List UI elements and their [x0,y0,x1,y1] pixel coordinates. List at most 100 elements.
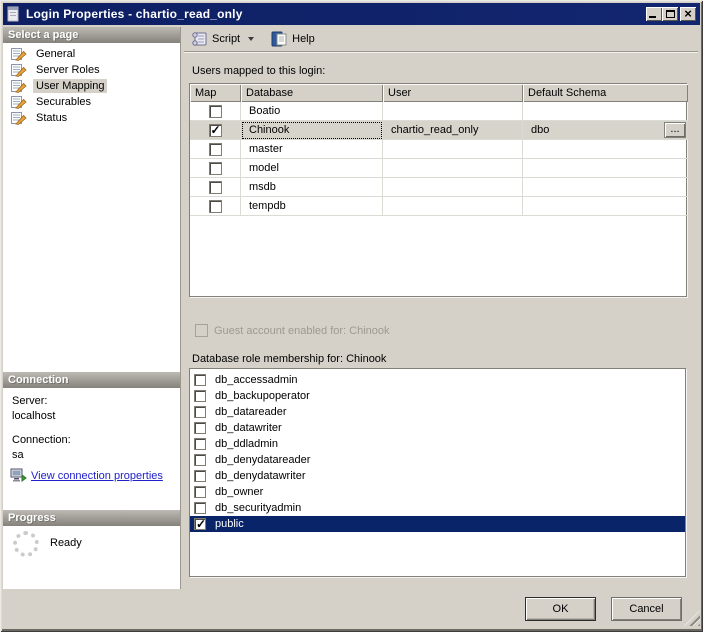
users-mapping-table: Map Database User Default Schema BoatioC… [189,83,687,297]
close-button[interactable]: × [680,7,696,21]
role-checkbox[interactable] [194,518,206,530]
role-checkbox[interactable] [194,390,206,402]
map-cell [190,102,241,121]
role-checkbox[interactable] [194,374,206,386]
minimize-button[interactable] [646,7,662,21]
connection-properties-icon [10,468,27,484]
table-row[interactable]: Chinookchartio_read_onlydbo... [190,121,686,140]
users-mapping-table-body: BoatioChinookchartio_read_onlydbo...mast… [190,102,686,216]
map-checkbox[interactable] [209,124,222,137]
map-cell [190,159,241,178]
map-cell [190,197,241,216]
toolbar-separator [184,51,698,53]
help-button[interactable]: Help [267,30,318,48]
ok-button[interactable]: OK [525,597,596,621]
role-item-db-datawriter[interactable]: db_datawriter [190,420,685,436]
database-cell: master [241,140,383,159]
connection-header: Connection [3,372,180,388]
map-checkbox[interactable] [209,181,222,194]
resize-grip[interactable] [684,610,700,626]
role-checkbox[interactable] [194,438,206,450]
table-row[interactable]: Boatio [190,102,686,121]
role-item-db-denydatareader[interactable]: db_denydatareader [190,452,685,468]
role-item-label: db_datawriter [213,421,284,436]
page-icon [11,79,27,93]
role-item-db-securityadmin[interactable]: db_securityadmin [190,500,685,516]
page-icon [11,63,27,77]
view-connection-properties-link[interactable]: View connection properties [31,470,163,482]
map-checkbox[interactable] [209,200,222,213]
sidebar-item-general[interactable]: General [3,46,180,62]
sidebar-item-status[interactable]: Status [3,110,180,126]
role-item-db-datareader[interactable]: db_datareader [190,404,685,420]
role-checkbox[interactable] [194,486,206,498]
script-icon [190,31,208,47]
map-checkbox[interactable] [209,143,222,156]
select-a-page-header: Select a page [3,27,180,43]
maximize-button[interactable] [662,7,678,21]
table-row[interactable]: tempdb [190,197,686,216]
sidebar-pages: GeneralServer RolesUser MappingSecurable… [3,46,180,126]
database-cell: Boatio [241,102,383,121]
sidebar-item-label: User Mapping [33,79,107,93]
server-value: localhost [12,410,55,422]
default-schema-cell [523,102,688,121]
role-item-label: db_backupoperator [213,389,312,404]
role-item-db-backupoperator[interactable]: db_backupoperator [190,388,685,404]
user-cell [383,140,523,159]
role-item-public[interactable]: public [190,516,685,532]
role-membership-label: Database role membership for: Chinook [192,353,386,365]
default-schema-cell [523,159,688,178]
role-checkbox[interactable] [194,406,206,418]
database-cell: model [241,159,383,178]
users-mapped-label: Users mapped to this login: [192,65,325,77]
script-dropdown-arrow-icon[interactable] [248,37,254,41]
table-row[interactable]: master [190,140,686,159]
guest-account-checkbox [195,324,208,337]
database-cell: Chinook [241,121,383,140]
server-label: Server: [12,395,47,407]
role-checkbox[interactable] [194,422,206,434]
browse-default-schema-button[interactable]: ... [664,122,686,138]
table-row[interactable]: model [190,159,686,178]
sidebar-item-user-mapping[interactable]: User Mapping [3,78,180,94]
page-icon [11,95,27,109]
default-schema-cell [523,197,688,216]
role-checkbox[interactable] [194,470,206,482]
user-cell [383,178,523,197]
script-button[interactable]: Script [187,30,257,48]
role-item-label: db_datareader [213,405,289,420]
role-checkbox[interactable] [194,502,206,514]
titlebar[interactable]: Login Properties - chartio_read_only × [3,3,700,25]
user-cell [383,197,523,216]
role-item-db-accessadmin[interactable]: db_accessadmin [190,372,685,388]
user-cell [383,159,523,178]
page-icon [11,47,27,61]
role-checkbox[interactable] [194,454,206,466]
map-checkbox[interactable] [209,162,222,175]
role-item-db-denydatawriter[interactable]: db_denydatawriter [190,468,685,484]
table-row[interactable]: msdb [190,178,686,197]
map-checkbox[interactable] [209,105,222,118]
column-header-user: User [383,84,523,102]
sidebar-item-securables[interactable]: Securables [3,94,180,110]
role-item-db-owner[interactable]: db_owner [190,484,685,500]
database-cell: tempdb [241,197,383,216]
user-cell: chartio_read_only [383,121,523,140]
column-header-default-schema: Default Schema [523,84,688,102]
sidebar-item-label: General [33,47,78,61]
map-cell [190,121,241,140]
role-item-db-ddladmin[interactable]: db_ddladmin [190,436,685,452]
cancel-button[interactable]: Cancel [611,597,682,621]
connection-label: Connection: [12,434,71,446]
sidebar-item-server-roles[interactable]: Server Roles [3,62,180,78]
role-item-label: db_denydatawriter [213,469,308,484]
role-membership-list: db_accessadmindb_backupoperatordb_datare… [189,368,686,577]
close-icon: × [684,8,692,20]
maximize-icon [666,10,675,18]
script-button-label: Script [212,33,240,45]
role-item-label: db_owner [213,485,265,500]
window-title: Login Properties - chartio_read_only [26,7,243,21]
database-cell: msdb [241,178,383,197]
guest-account-row: Guest account enabled for: Chinook [195,324,390,337]
